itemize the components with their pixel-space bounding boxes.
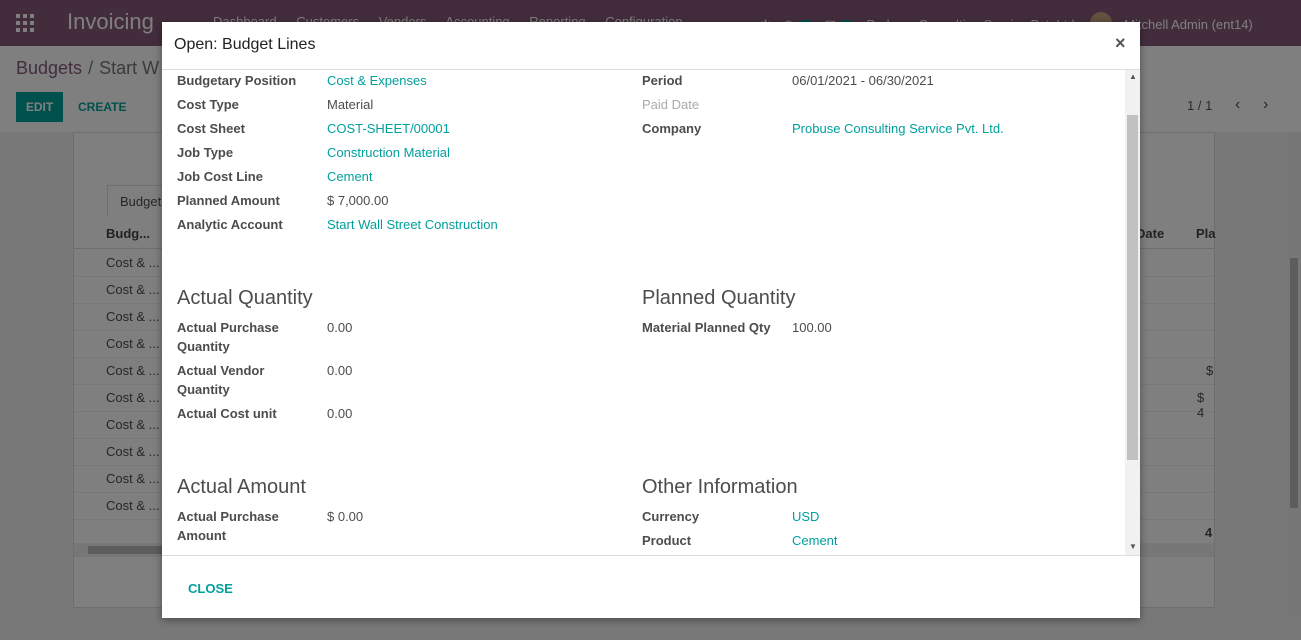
product-field[interactable]: Cement bbox=[792, 531, 838, 550]
scroll-down-icon[interactable]: ▼ bbox=[1129, 542, 1137, 551]
field-label: Material Planned Qty bbox=[642, 320, 771, 335]
field-label: Actual Purchase Quantity bbox=[177, 320, 279, 354]
field-label: Actual Cost unit bbox=[177, 406, 277, 421]
field-label: Company bbox=[642, 121, 702, 136]
section-title-other-information: Other Information bbox=[642, 476, 798, 498]
dialog-scrollbar[interactable]: ▲ ▼ bbox=[1125, 70, 1140, 555]
job-type-field[interactable]: Construction Material bbox=[327, 143, 450, 162]
dialog-header: Open: Budget Lines × bbox=[162, 22, 1140, 70]
cost-sheet-field[interactable]: COST-SHEET/00001 bbox=[327, 119, 450, 138]
dialog-title: Open: Budget Lines bbox=[174, 36, 316, 53]
field-label: Analytic Account bbox=[177, 217, 283, 232]
dialog-body: Budgetary Position Cost & Expenses Cost … bbox=[162, 70, 1124, 555]
planned-amount-field[interactable]: $ 7,000.00 bbox=[327, 191, 388, 210]
budget-lines-dialog: Open: Budget Lines × Budgetary Position … bbox=[162, 22, 1140, 618]
field-label: Job Cost Line bbox=[177, 169, 263, 184]
field-label: Product bbox=[642, 533, 692, 548]
section-title-actual-amount: Actual Amount bbox=[177, 476, 306, 498]
field-label: Currency bbox=[642, 509, 700, 524]
field-label: Actual Purchase Amount bbox=[177, 509, 279, 543]
field-label: Job Type bbox=[177, 145, 234, 160]
material-planned-qty-field[interactable]: 100.00 bbox=[792, 318, 832, 337]
job-cost-line-field[interactable]: Cement bbox=[327, 167, 373, 186]
budgetary-position-field[interactable]: Cost & Expenses bbox=[327, 71, 427, 90]
actual-purchase-amount-field[interactable]: $ 0.00 bbox=[327, 507, 363, 526]
scrollbar-thumb[interactable] bbox=[1127, 115, 1138, 460]
section-title-planned-quantity: Planned Quantity bbox=[642, 287, 796, 309]
scroll-up-icon[interactable]: ▲ bbox=[1129, 72, 1137, 81]
field-label: Budgetary Position bbox=[177, 73, 297, 88]
currency-field[interactable]: USD bbox=[792, 507, 819, 526]
actual-cost-unit-field[interactable]: 0.00 bbox=[327, 404, 352, 423]
field-label: Period bbox=[642, 73, 683, 88]
section-title-actual-quantity: Actual Quantity bbox=[177, 287, 313, 309]
field-label: Cost Type bbox=[177, 97, 239, 112]
period-field[interactable]: 06/01/2021 - 06/30/2021 bbox=[792, 71, 934, 90]
company-field[interactable]: Probuse Consulting Service Pvt. Ltd. bbox=[792, 119, 1004, 138]
close-button[interactable]: CLOSE bbox=[188, 581, 233, 596]
analytic-account-field[interactable]: Start Wall Street Construction bbox=[327, 215, 498, 234]
cost-type-field[interactable]: Material bbox=[327, 95, 373, 114]
field-label: Actual Vendor Quantity bbox=[177, 363, 265, 397]
close-icon[interactable]: × bbox=[1115, 33, 1126, 54]
dialog-footer: CLOSE bbox=[162, 555, 1140, 619]
actual-purchase-quantity-field[interactable]: 0.00 bbox=[327, 318, 352, 337]
field-label: Paid Date bbox=[642, 97, 700, 112]
field-label: Cost Sheet bbox=[177, 121, 245, 136]
field-label: Planned Amount bbox=[177, 193, 280, 208]
actual-vendor-quantity-field[interactable]: 0.00 bbox=[327, 361, 352, 380]
